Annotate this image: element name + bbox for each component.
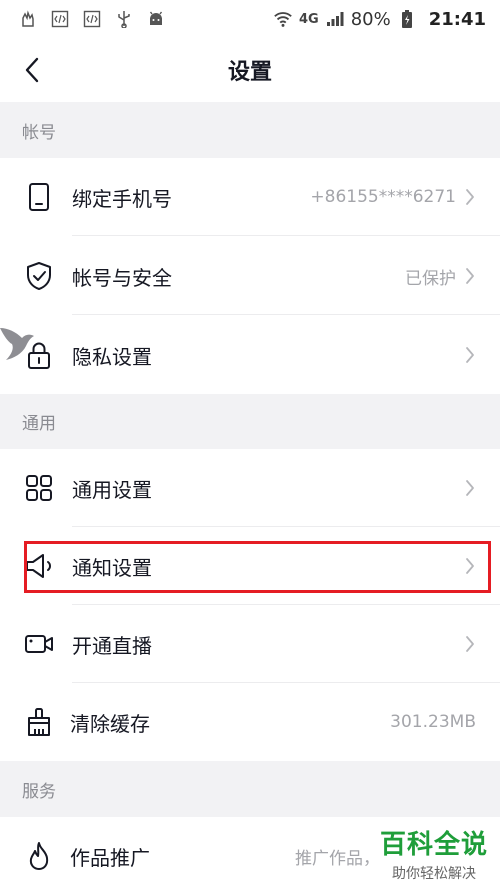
row-label: 通知设置 [72, 555, 152, 580]
row-value: +86155****6271 [310, 187, 456, 207]
code-notification-icon-2 [82, 9, 102, 29]
row-label: 清除缓存 [70, 711, 150, 736]
clock: 21:41 [428, 8, 486, 30]
section-header-services: 服务 [0, 761, 500, 817]
nav-bar: 设置 [0, 38, 500, 102]
phone-icon [24, 182, 54, 212]
battery-charging-icon [397, 9, 417, 29]
code-notification-icon [50, 9, 70, 29]
row-value: 已保护 [405, 268, 456, 289]
chevron-right-icon [464, 266, 476, 286]
status-system-icons: 4G 80% 21:41 [273, 9, 486, 30]
row-label: 帐号与安全 [72, 265, 172, 290]
row-label: 隐私设置 [72, 344, 152, 369]
row-label: 通用设置 [72, 477, 152, 502]
row-label: 作品推广 [70, 845, 150, 870]
battery-percentage: 80% [350, 8, 391, 30]
settings-row-clear-cache[interactable]: 清除缓存 301.23MB [0, 683, 500, 761]
grid-icon [24, 473, 54, 503]
status-bar: 4G 80% 21:41 [0, 0, 500, 38]
bird-icon [0, 328, 34, 360]
row-divider [72, 235, 500, 236]
row-label: 绑定手机号 [72, 186, 172, 211]
video-camera-icon [24, 629, 54, 659]
settings-row-bind-phone[interactable]: 绑定手机号 +86155****6271 [0, 158, 500, 236]
watermark-logo: 百科全说 助你轻松解决 [380, 824, 488, 883]
row-divider [72, 314, 500, 315]
back-button[interactable] [14, 52, 50, 88]
chevron-right-icon [464, 556, 476, 576]
settings-row-notifications[interactable]: 通知设置 [0, 527, 500, 605]
flame-icon [24, 841, 54, 871]
signal-icon [325, 9, 345, 29]
settings-row-account-security[interactable]: 帐号与安全 已保护 [0, 237, 500, 315]
chevron-right-icon [464, 345, 476, 365]
speaker-icon [24, 551, 54, 581]
chevron-right-icon [464, 187, 476, 207]
broom-icon [24, 707, 54, 737]
watermark-title: 百科全说 [379, 830, 488, 860]
status-notification-icons [18, 9, 166, 29]
settings-row-live-stream[interactable]: 开通直播 [0, 605, 500, 683]
section-header-general: 通用 [0, 394, 500, 449]
page-title: 设置 [227, 60, 272, 85]
usb-icon [114, 9, 134, 29]
section-header-account: 帐号 [0, 102, 500, 158]
network-type-label: 4G [298, 11, 319, 27]
row-value: 推广作品， [295, 848, 380, 869]
chevron-left-icon [25, 57, 39, 83]
wifi-icon [273, 9, 293, 29]
row-value: 301.23MB [390, 712, 476, 732]
android-icon [146, 9, 166, 29]
watermark-subtitle: 助你轻松解决 [391, 866, 476, 882]
shield-icon [24, 261, 54, 291]
hand-notification-icon [18, 9, 38, 29]
settings-row-general-settings[interactable]: 通用设置 [0, 449, 500, 527]
row-label: 开通直播 [72, 633, 152, 658]
settings-row-privacy[interactable]: 隐私设置 [0, 316, 500, 394]
chevron-right-icon [464, 478, 476, 498]
chevron-right-icon [464, 634, 476, 654]
